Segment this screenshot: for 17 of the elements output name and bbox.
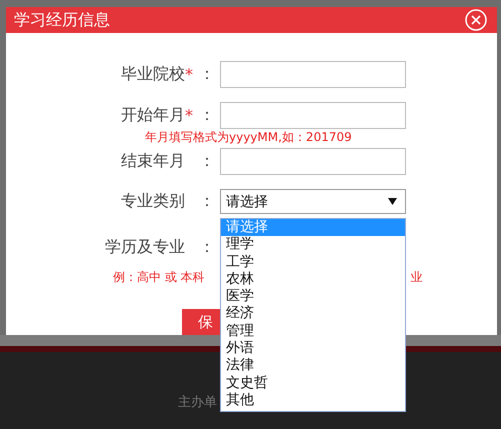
field-label: 结束年月: [121, 151, 185, 172]
label-colon: ：: [199, 151, 215, 172]
field-label: 专业类别: [121, 191, 185, 212]
example-hint: 业: [410, 268, 423, 286]
label-colon: ：: [199, 191, 215, 212]
field-label: 学历及专业: [105, 237, 185, 258]
label-colon: ：: [199, 105, 215, 126]
required-mark: *: [185, 65, 194, 84]
required-mark: *: [185, 106, 194, 125]
example-hint: 例：高中 或 本科: [113, 268, 205, 286]
field-label: 毕业院校: [121, 64, 185, 85]
footer-text: 主办单: [178, 394, 217, 411]
format-hint: 年月填写格式为yyyyMM,如：201709: [145, 128, 352, 146]
field-label: 开始年月: [121, 105, 185, 126]
label-colon: ：: [199, 64, 215, 85]
dialog-title: 学习经历信息: [14, 10, 110, 30]
label-colon: ：: [199, 237, 215, 258]
